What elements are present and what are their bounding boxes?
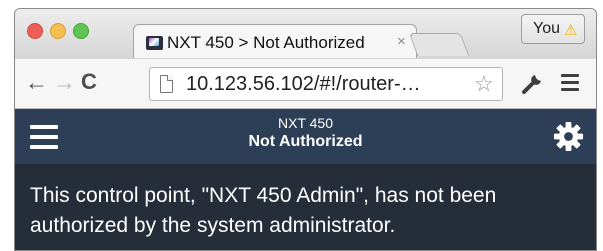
- window-close-button[interactable]: [27, 23, 43, 39]
- window-minimize-button[interactable]: [50, 23, 66, 39]
- profile-button[interactable]: You ⚠: [521, 14, 585, 44]
- page-icon: [160, 75, 173, 93]
- gear-icon[interactable]: [553, 121, 584, 152]
- url-text[interactable]: 10.123.56.102/#!/router-…: [186, 73, 421, 96]
- new-tab-button[interactable]: [408, 33, 470, 56]
- address-bar[interactable]: 10.123.56.102/#!/router-… ☆: [149, 67, 503, 101]
- page-title: Not Authorized: [248, 133, 363, 150]
- browser-tab[interactable]: NXT 450 > Not Authorized ×: [133, 24, 417, 58]
- profile-name: You: [533, 20, 560, 37]
- wrench-icon[interactable]: [521, 71, 545, 95]
- reload-button[interactable]: C: [81, 69, 97, 95]
- browser-menu-icon[interactable]: [561, 74, 579, 92]
- device-name: NXT 450: [278, 115, 333, 131]
- browser-window: NXT 450 > Not Authorized × You ⚠ ← → C 1…: [14, 8, 597, 251]
- app-header: NXT 450 Not Authorized: [15, 109, 596, 164]
- bookmark-star-icon[interactable]: ☆: [474, 71, 494, 97]
- warning-icon: ⚠: [564, 22, 578, 39]
- authorization-message: This control point, "NXT 450 Admin", has…: [30, 184, 497, 237]
- tab-title: NXT 450 > Not Authorized: [167, 33, 365, 52]
- app-body: This control point, "NXT 450 Admin", has…: [15, 164, 596, 250]
- back-button[interactable]: ←: [25, 69, 48, 96]
- browser-toolbar: ← → C 10.123.56.102/#!/router-… ☆: [15, 59, 596, 109]
- forward-button[interactable]: →: [53, 69, 76, 96]
- window-zoom-button[interactable]: [73, 23, 89, 39]
- title-bar: NXT 450 > Not Authorized × You ⚠: [15, 9, 596, 59]
- tab-close-icon[interactable]: ×: [397, 33, 406, 50]
- favicon-icon: [146, 36, 163, 50]
